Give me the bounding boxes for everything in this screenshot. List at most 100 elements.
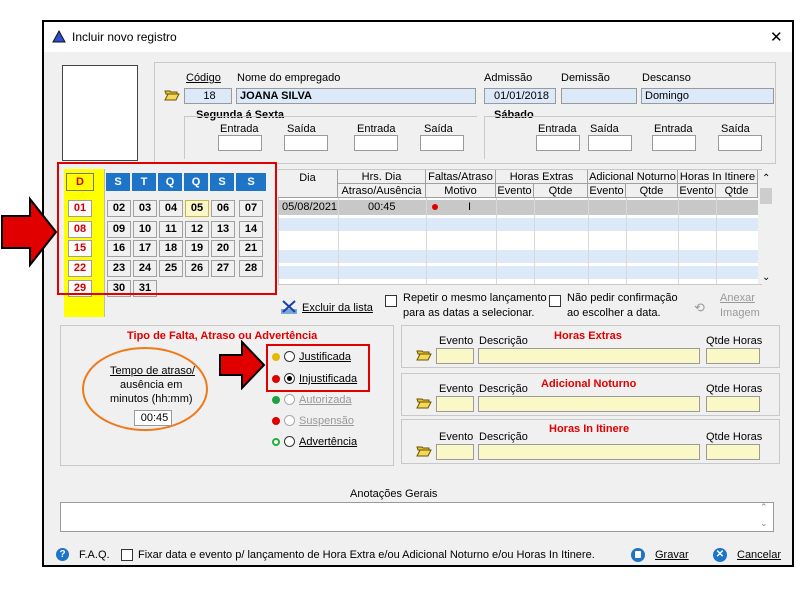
col-hrs[interactable]: Hrs. Dia [338, 170, 426, 184]
advertencia-label[interactable]: Advertência [299, 436, 357, 448]
col-evento[interactable]: Evento [588, 184, 626, 198]
horas-extras-descricao-field[interactable] [478, 348, 700, 364]
admissao-field[interactable]: 01/01/2018 [484, 88, 556, 104]
green-status-icon [272, 396, 280, 404]
cancel-icon[interactable]: ✕ [713, 548, 727, 562]
fixar-label: Fixar data e evento p/ lançamento de Hor… [138, 549, 595, 561]
horas-extras-qtde-field[interactable] [706, 348, 760, 364]
adicional-evento-field[interactable] [436, 396, 474, 412]
fixar-checkbox[interactable] [121, 549, 133, 561]
descricao-label: Descrição [479, 383, 528, 395]
adicional-qtde-field[interactable] [706, 396, 760, 412]
table-row-selected[interactable] [279, 200, 758, 215]
col-evento[interactable]: Evento [678, 184, 716, 198]
suspensao-label[interactable]: Suspensão [299, 415, 354, 427]
descanso-field[interactable]: Domingo [641, 88, 774, 104]
saturday-entrada1-field[interactable] [536, 135, 580, 151]
repetir-label-1: Repetir o mesmo lançamento [403, 292, 547, 304]
descricao-label: Descrição [479, 335, 528, 347]
table-row[interactable] [279, 234, 758, 247]
excluir-link[interactable]: Excluir da lista [302, 302, 373, 314]
open-folder-icon[interactable] [416, 396, 432, 409]
col-faltas[interactable]: Faltas/Atraso [426, 170, 496, 184]
saturday-entrada2-label: Entrada [654, 123, 693, 135]
col-qtde[interactable]: Qtde [716, 184, 758, 198]
itinere-descricao-field[interactable] [478, 444, 700, 460]
col-evento[interactable]: Evento [496, 184, 534, 198]
col-qtde[interactable]: Qtde [534, 184, 588, 198]
save-icon[interactable] [631, 548, 645, 562]
codigo-label: Código [186, 72, 221, 84]
cancelar-label: Cancelar [737, 549, 782, 561]
horas-extras-evento-field[interactable] [436, 348, 474, 364]
weekday-entrada2-field[interactable] [354, 135, 398, 151]
open-folder-icon[interactable] [416, 348, 432, 361]
col-dia[interactable]: Dia [278, 170, 338, 198]
grid-line [588, 198, 589, 284]
grid-line [426, 198, 427, 284]
app-triangle-icon [52, 30, 66, 43]
weekday-entrada1-field[interactable] [218, 135, 262, 151]
weekday-saida2-field[interactable] [420, 135, 464, 151]
autorizada-label[interactable]: Autorizada [299, 394, 352, 406]
gravar-button[interactable]: Gravar [655, 549, 689, 561]
col-horas-extras[interactable]: Horas Extras [496, 170, 588, 184]
table-row[interactable] [279, 218, 758, 231]
autorizada-radio[interactable] [284, 394, 295, 405]
descricao-label: Descrição [479, 431, 528, 443]
anexar-label-1[interactable]: Anexar [720, 292, 755, 304]
repetir-checkbox[interactable] [385, 295, 397, 307]
help-icon[interactable]: ? [56, 548, 69, 561]
delete-x-icon[interactable] [280, 299, 298, 315]
scroll-up-icon[interactable]: ⌃ [762, 173, 770, 184]
open-folder-icon[interactable] [416, 444, 432, 457]
advertencia-text: Advertência [299, 436, 358, 448]
photo-box[interactable] [62, 65, 138, 161]
scroll-down-icon[interactable]: ⌄ [762, 272, 770, 283]
tempo-field[interactable]: 00:45 [134, 410, 172, 426]
weekday-saida1-label: Saída [287, 123, 316, 135]
faq-link[interactable]: F.A.Q. [79, 549, 110, 561]
red-status-dot-icon [432, 204, 438, 210]
notes-textarea[interactable] [60, 502, 774, 532]
scroll-thumb[interactable] [760, 188, 772, 204]
anexar-label-2[interactable]: Imagem [720, 307, 760, 319]
table-row[interactable] [279, 250, 758, 263]
demissao-label: Demissão [561, 72, 610, 84]
advertencia-radio[interactable] [284, 436, 295, 447]
tempo-label-3: minutos (hh:mm) [110, 393, 193, 405]
notes-scroll-up-icon[interactable]: ⌃ [760, 502, 768, 513]
itinere-qtde-field[interactable] [706, 444, 760, 460]
grid-line [716, 198, 717, 284]
adicional-descricao-field[interactable] [478, 396, 700, 412]
saturday-saida1-field[interactable] [588, 135, 632, 151]
open-folder-icon[interactable] [164, 88, 180, 101]
col-qtde[interactable]: Qtde [626, 184, 678, 198]
weekday-saida1-field[interactable] [284, 135, 328, 151]
weekday-saida2-label: Saída [424, 123, 453, 135]
demissao-field[interactable] [561, 88, 637, 104]
col-itinere[interactable]: Horas In Itinere [678, 170, 758, 184]
col-adicional[interactable]: Adicional Noturno [588, 170, 678, 184]
green-ring-status-icon [272, 438, 280, 446]
horas-extras-title: Horas Extras [554, 330, 622, 342]
notes-scroll-down-icon[interactable]: ⌄ [760, 518, 768, 529]
nome-field[interactable]: JOANA SILVA [236, 88, 476, 104]
close-icon[interactable]: ✕ [770, 28, 783, 46]
row-motivo: I [468, 201, 472, 213]
nao-pedir-checkbox[interactable] [549, 295, 561, 307]
suspensao-radio[interactable] [284, 415, 295, 426]
repetir-label-2: para as datas a selecionar. [403, 307, 535, 319]
cancelar-button[interactable]: Cancelar [737, 549, 781, 561]
attach-image-icon[interactable]: ⟲ [694, 300, 705, 316]
tempo-label-1: Tempo de atraso/ [110, 365, 195, 377]
itinere-evento-field[interactable] [436, 444, 474, 460]
window-title: Incluir novo registro [72, 30, 177, 44]
codigo-field[interactable]: 18 [184, 88, 232, 104]
col-motivo[interactable]: Motivo [426, 184, 496, 198]
col-hrs-sub[interactable]: Atraso/Ausência [338, 184, 426, 198]
saturday-entrada2-field[interactable] [652, 135, 696, 151]
annotation-arrow-icon [219, 340, 266, 390]
saturday-saida2-field[interactable] [718, 135, 762, 151]
table-row[interactable] [279, 266, 758, 279]
